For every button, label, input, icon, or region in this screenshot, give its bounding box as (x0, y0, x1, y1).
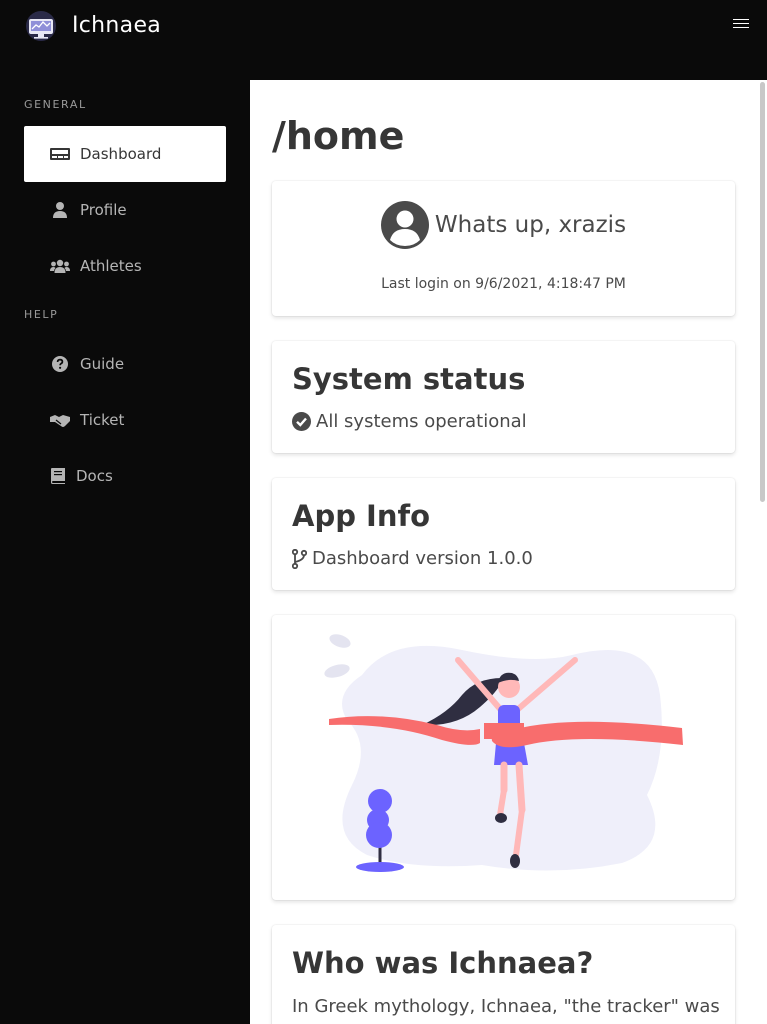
who-was-ichnaea-card: Who was Ichnaea? In Greek mythology, Ich… (272, 925, 735, 1024)
users-icon (50, 257, 70, 275)
sidebar-item-label: Dashboard (80, 145, 162, 163)
system-status-text: All systems operational (316, 411, 527, 432)
sidebar-item-guide[interactable]: Guide (24, 336, 226, 392)
logo-icon[interactable] (24, 10, 58, 42)
greeting-card: Whats up, xrazis Last login on 9/6/2021,… (272, 181, 735, 316)
handshake-icon (50, 411, 70, 429)
user-circle-icon (380, 201, 429, 249)
app-title[interactable]: Ichnaea (72, 10, 161, 42)
scrollbar[interactable] (760, 82, 765, 502)
app-info-card: App Info Dashboard version 1.0.0 (272, 478, 735, 590)
app-info-heading: App Info (292, 499, 431, 533)
who-text: In Greek mythology, Ichnaea, "the tracke… (292, 996, 720, 1024)
main-content: /home Whats up, xrazis Last login on 9/6… (250, 80, 767, 1024)
app-version-text: Dashboard version 1.0.0 (312, 548, 533, 569)
illustration-card (272, 615, 735, 900)
system-status-card: System status All systems operational (272, 341, 735, 453)
sidebar-item-ticket[interactable]: Ticket (24, 392, 226, 448)
sidebar-item-profile[interactable]: Profile (24, 182, 226, 238)
sidebar-item-dashboard[interactable]: Dashboard (24, 126, 226, 182)
dashboard-icon (50, 145, 70, 163)
user-icon (50, 201, 70, 219)
page-title: /home (272, 114, 405, 158)
sidebar-item-label: Ticket (80, 411, 125, 429)
book-icon (50, 467, 66, 485)
sidebar-item-label: Guide (80, 355, 125, 373)
last-login-text: Last login on 9/6/2021, 4:18:47 PM (381, 276, 626, 292)
sidebar-item-label: Profile (80, 201, 127, 219)
check-circle-icon (292, 412, 311, 431)
sidebar-item-athletes[interactable]: Athletes (24, 238, 226, 294)
menu-label-help: HELP (24, 308, 59, 321)
sidebar-item-docs[interactable]: Docs (24, 448, 226, 504)
top-navbar: Ichnaea (0, 0, 767, 56)
system-status-heading: System status (292, 362, 526, 396)
who-heading: Who was Ichnaea? (292, 946, 594, 980)
finish-line-illustration (324, 634, 683, 872)
question-circle-icon (50, 355, 70, 373)
sidebar-item-label: Docs (76, 467, 113, 485)
menu-label-general: GENERAL (24, 98, 87, 111)
menu-toggle-button[interactable] (733, 19, 749, 33)
code-branch-icon (292, 548, 307, 569)
greeting-text: Whats up, xrazis (434, 212, 627, 238)
sidebar-item-label: Athletes (80, 257, 142, 275)
sidebar: GENERAL Dashboard Profile Athletes HELP … (0, 80, 250, 1024)
